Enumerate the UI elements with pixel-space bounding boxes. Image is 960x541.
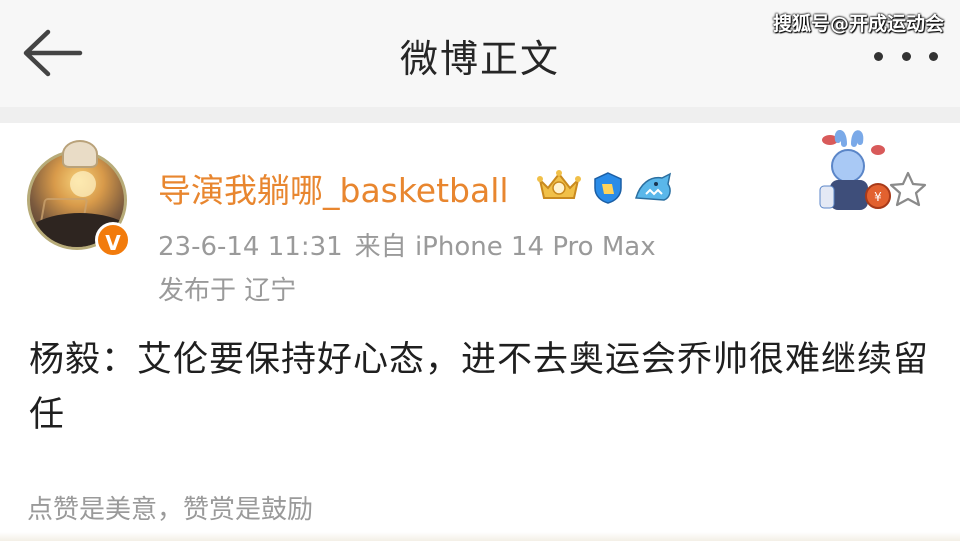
post-location: 发布于 辽宁 <box>158 276 297 306</box>
verified-shield-icon[interactable] <box>590 170 626 206</box>
post-device[interactable]: iPhone 14 Pro Max <box>415 232 656 262</box>
more-options-button[interactable] <box>874 44 938 68</box>
svg-text:¥: ¥ <box>874 190 882 204</box>
post-text: 杨毅：艾伦要保持好心态，进不去奥运会乔帅很难继续留任 <box>29 340 930 435</box>
post-source-prefix: 来自 <box>354 232 407 262</box>
arrow-left-icon <box>23 29 83 77</box>
favorite-button[interactable] <box>888 170 928 208</box>
more-dots-icon <box>874 51 883 61</box>
more-dots-icon <box>901 51 911 61</box>
decorative-card-sticker-icon: ¥ <box>819 130 891 210</box>
verified-v-badge: V <box>95 222 131 258</box>
crown-badge-icon[interactable] <box>536 168 582 204</box>
post-timestamp: 23-6-14 11:31 <box>158 232 343 262</box>
star-icon <box>889 171 927 207</box>
bottom-edge <box>0 532 960 541</box>
back-button[interactable] <box>18 28 88 78</box>
source-watermark: 搜狐号@开成运动会 <box>772 13 944 35</box>
avatar-frame-ornament-icon <box>62 140 98 168</box>
post-meta: 23-6-14 11:31 来自 iPhone 14 Pro Max <box>158 226 656 263</box>
more-dots-icon <box>929 51 938 61</box>
section-divider <box>0 107 960 123</box>
shark-badge-icon[interactable] <box>632 170 674 206</box>
reward-note: 点赞是美意，赞赏是鼓励 <box>27 495 314 525</box>
author-name[interactable]: 导演我躺哪_basketball <box>158 164 509 212</box>
